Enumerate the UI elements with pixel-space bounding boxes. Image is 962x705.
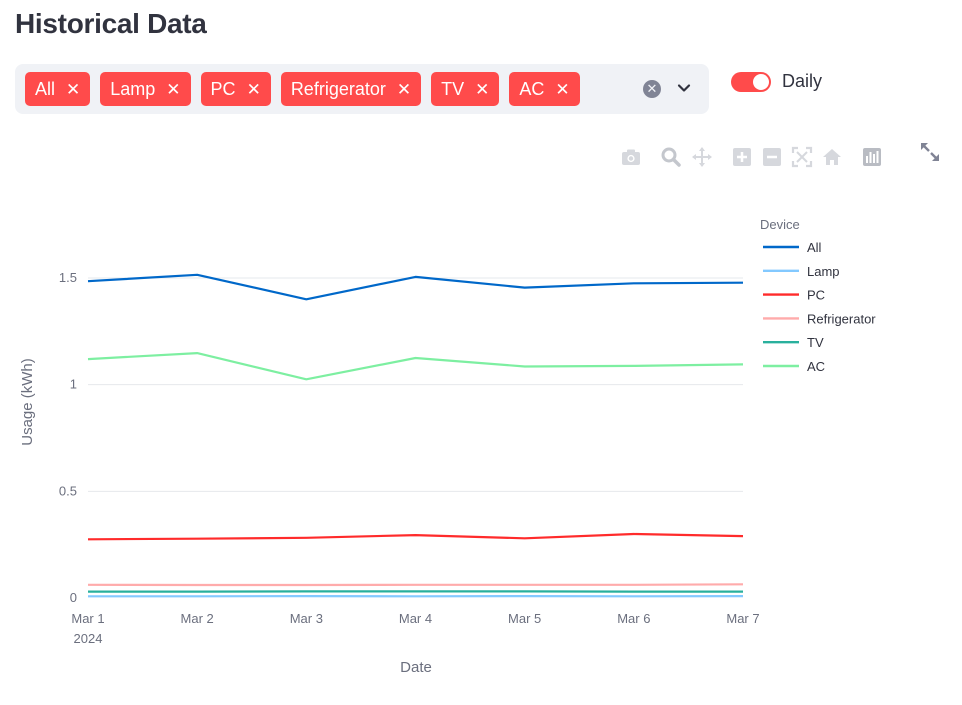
filter-tag-label: Lamp (110, 78, 156, 99)
fullscreen-icon[interactable] (918, 140, 942, 164)
legend-item[interactable]: AC (763, 359, 825, 374)
x-tick-label: Mar 6 (617, 611, 650, 626)
zoom-out-icon[interactable] (761, 146, 783, 168)
filter-tag[interactable]: PC ✕ (200, 72, 271, 106)
filter-tag[interactable]: TV ✕ (431, 72, 500, 106)
y-tick-label: 0 (70, 590, 77, 605)
zoom-in-icon[interactable] (731, 146, 753, 168)
x-tick-label: Mar 3 (290, 611, 323, 626)
filter-tag-label: AC (519, 78, 545, 99)
autoscale-icon[interactable] (791, 146, 813, 168)
chevron-down-icon[interactable] (675, 79, 693, 97)
filter-tag-label: PC (210, 78, 236, 99)
legend-label: TV (807, 335, 824, 350)
filter-tag[interactable]: All ✕ (25, 72, 91, 106)
x-tick-label: Mar 2 (181, 611, 214, 626)
remove-tag-icon[interactable]: ✕ (66, 81, 80, 98)
x-axis-title: Date (400, 659, 432, 676)
toggle-label: Daily (782, 71, 823, 91)
legend-label: Lamp (807, 264, 840, 279)
usage-line-chart: 0 0.5 1 1.5 Mar 1 Mar 2 Mar 3 Mar 4 Mar 5 Mar 6 M… (19, 217, 876, 676)
remove-tag-icon[interactable]: ✕ (247, 81, 261, 98)
legend-item[interactable]: Lamp (763, 264, 840, 279)
toggle-knob (753, 73, 769, 90)
x-tick-label: Mar 7 (726, 611, 759, 626)
device-multiselect[interactable]: All ✕ Lamp ✕ PC ✕ Refrigerator ✕ TV ✕ AC ✕ ✕ (15, 64, 709, 114)
legend: Device All Lamp PC Refrigerator TV AC (760, 217, 876, 374)
legend-label: PC (807, 288, 825, 303)
legend-label: AC (807, 359, 825, 374)
remove-tag-icon[interactable]: ✕ (166, 81, 180, 98)
legend-title: Device (760, 217, 800, 232)
series-line-pc (87, 532, 744, 541)
filter-tag-label: Refrigerator (290, 78, 386, 99)
x-tick-label: Mar 1 (71, 611, 104, 626)
legend-label: All (807, 240, 822, 255)
camera-icon[interactable] (620, 146, 642, 168)
legend-item[interactable]: TV (763, 335, 824, 350)
x-tick-sublabel: 2024 (74, 631, 103, 646)
filter-tag-label: All (35, 78, 56, 99)
legend-item[interactable]: PC (763, 288, 825, 303)
y-axis-title: Usage (kWh) (19, 358, 36, 446)
remove-tag-icon[interactable]: ✕ (555, 81, 569, 98)
reset-axes-icon[interactable] (821, 146, 843, 168)
chart-icon[interactable] (861, 146, 883, 168)
y-tick-label: 1.5 (59, 270, 77, 285)
legend-item[interactable]: All (763, 240, 822, 255)
pan-icon[interactable] (691, 146, 713, 168)
page-title: Historical Data (15, 8, 207, 39)
remove-tag-icon[interactable]: ✕ (475, 81, 489, 98)
x-tick-label: Mar 4 (399, 611, 432, 626)
filter-tag[interactable]: Lamp ✕ (100, 72, 191, 106)
filter-tag[interactable]: Refrigerator ✕ (280, 72, 422, 106)
series-line-refrigerator (87, 583, 744, 587)
selected-tags: All ✕ Lamp ✕ PC ✕ Refrigerator ✕ TV ✕ AC ✕ (25, 72, 580, 106)
filter-tag[interactable]: AC ✕ (509, 72, 580, 106)
clear-all-icon[interactable]: ✕ (643, 80, 661, 98)
toggle-switch[interactable] (731, 71, 771, 92)
series-line-ac (87, 352, 744, 381)
y-tick-label: 0.5 (59, 483, 77, 498)
legend-label: Refrigerator (807, 311, 876, 326)
remove-tag-icon[interactable]: ✕ (397, 81, 411, 98)
legend-item[interactable]: Refrigerator (763, 311, 876, 326)
x-tick-label: Mar 5 (508, 611, 541, 626)
daily-toggle[interactable]: Daily (731, 71, 822, 92)
filter-tag-label: TV (441, 78, 465, 99)
y-tick-label: 1 (70, 377, 77, 392)
zoom-icon[interactable] (660, 146, 682, 168)
